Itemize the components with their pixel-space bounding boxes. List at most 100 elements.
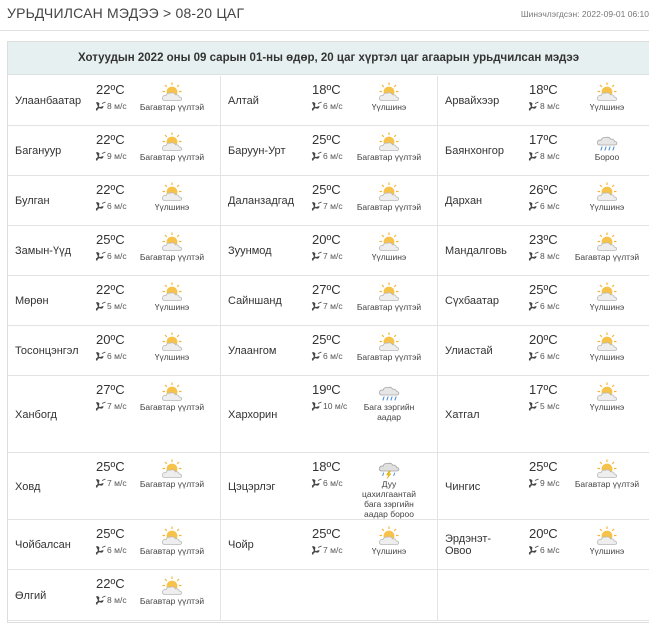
temperature: 25ºC [312,333,341,347]
wind-icon [311,351,323,361]
temperature-value: 25 [96,459,111,474]
wind-unit: м/с [547,201,560,211]
wind-value: 6 [540,301,545,311]
temperature-unit: ºC [110,232,125,247]
city-name: Улаангом [228,345,277,357]
wind-icon [528,401,540,411]
wind-unit: м/с [547,351,560,361]
city-name: Чойбалсан [15,539,71,551]
wind-unit: м/с [330,151,343,161]
city-name: Арвайхээр [445,95,500,107]
wind-value: 7 [107,478,112,488]
wind-icon [528,251,540,261]
temperature-unit: ºC [110,382,125,397]
partly-cloudy-icon [376,132,402,152]
temperature-value: 25 [312,526,327,541]
wind-icon [95,301,107,311]
forecast-cell: Даланзадгад 25ºC 7 м/с Багавтар үүлтэй [221,176,438,226]
temperature-unit: ºC [543,526,558,541]
temperature-value: 18 [312,459,327,474]
temperature-value: 25 [312,182,327,197]
temperature: 18ºC [312,460,341,474]
wind-icon [311,251,323,261]
wind-speed: 6 м/с [95,251,127,261]
wind-unit: м/с [547,478,560,488]
partly-cloudy-icon [376,526,402,546]
temperature-unit: ºC [543,132,558,147]
forecast-cell: Зуунмод 20ºC 7 м/с Үүлшинэ [221,226,438,276]
wind-speed: 7 м/с [95,478,127,488]
weather-condition: Үүлшинэ [371,546,407,556]
temperature: 22ºC [96,183,125,197]
temperature: 27ºC [312,283,341,297]
city-name: Дархан [445,195,483,207]
temperature: 22ºC [96,283,125,297]
forecast-cell: Замын-Үүд 25ºC 6 м/с Багавтар үүлтэй [8,226,221,276]
temperature-unit: ºC [326,132,341,147]
wind-speed: 8 м/с [528,251,560,261]
city-name: Эрдэнэт-Овоо [445,533,492,557]
wind-speed: 9 м/с [528,478,560,488]
page-title: УРЬДЧИЛСАН МЭДЭЭ > 08-20 ЦАГ [7,5,245,21]
wind-value: 7 [323,251,328,261]
wind-value: 6 [540,545,545,555]
wind-value: 6 [107,201,112,211]
wind-unit: м/с [330,251,343,261]
weather-condition: Үүлшинэ [154,202,190,212]
wind-speed: 8 м/с [528,151,560,161]
wind-value: 6 [323,478,328,488]
city-name: Мөрөн [15,295,49,307]
wind-unit: м/с [114,301,127,311]
city-name: Чингис [445,481,481,493]
partly-cloudy-icon [159,576,185,596]
partly-cloudy-icon [376,82,402,102]
wind-unit: м/с [330,101,343,111]
city-name: Баруун-Урт [228,145,286,157]
weather-condition: Багавтар үүлтэй [356,202,422,212]
wind-speed: 8 м/с [95,595,127,605]
wind-value: 10 [323,401,333,411]
forecast-cell [221,570,438,621]
city-name: Тосонцэнгэл [15,345,79,357]
wind-value: 8 [540,101,545,111]
weather-condition: Үүлшинэ [589,302,625,312]
temperature-value: 26 [529,182,544,197]
temperature-value: 23 [529,232,544,247]
wind-value: 8 [540,151,545,161]
temperature-value: 25 [312,332,327,347]
thunderstorm-icon [376,459,402,479]
wind-icon [528,101,540,111]
temperature-unit: ºC [110,82,125,97]
wind-speed: 7 м/с [311,301,343,311]
temperature-value: 17 [529,382,544,397]
partly-cloudy-icon [159,232,185,252]
city-name: Даланзадгад [228,195,295,207]
forecast-cell: Мандалговь 23ºC 8 м/с Багавтар үүлтэй [438,226,649,276]
forecast-cell: Баянхонгор 17ºC 8 м/с Бороо [438,126,649,176]
wind-value: 6 [107,545,112,555]
wind-icon [528,351,540,361]
wind-value: 7 [323,201,328,211]
temperature-value: 18 [529,82,544,97]
weather-condition: Үүлшинэ [589,102,625,112]
forecast-cell: Улаанбаатар 22ºC 8 м/с Багавтар үүлтэй [8,76,221,126]
temperature-value: 18 [312,82,327,97]
weather-condition: Багавтар үүлтэй [139,152,205,162]
wind-value: 5 [107,301,112,311]
page-header: УРЬДЧИЛСАН МЭДЭЭ > 08-20 ЦАГ Шинэчлэгдсэ… [0,0,649,30]
partly-cloudy-icon [594,282,620,302]
forecast-cell: Баруун-Урт 25ºC 6 м/с Багавтар үүлтэй [221,126,438,176]
city-name: Баянхонгор [445,145,504,157]
wind-speed: 6 м/с [95,351,127,361]
wind-icon [95,201,107,211]
wind-icon [528,478,540,488]
temperature-value: 22 [96,132,111,147]
wind-icon [95,595,107,605]
wind-unit: м/с [114,101,127,111]
partly-cloudy-icon [376,282,402,302]
wind-speed: 9 м/с [95,151,127,161]
wind-icon [311,101,323,111]
last-updated-timestamp: Шинэчлэгдсэн: 2022-09-01 06:10 [520,9,649,19]
wind-unit: м/с [547,101,560,111]
temperature: 25ºC [529,283,558,297]
